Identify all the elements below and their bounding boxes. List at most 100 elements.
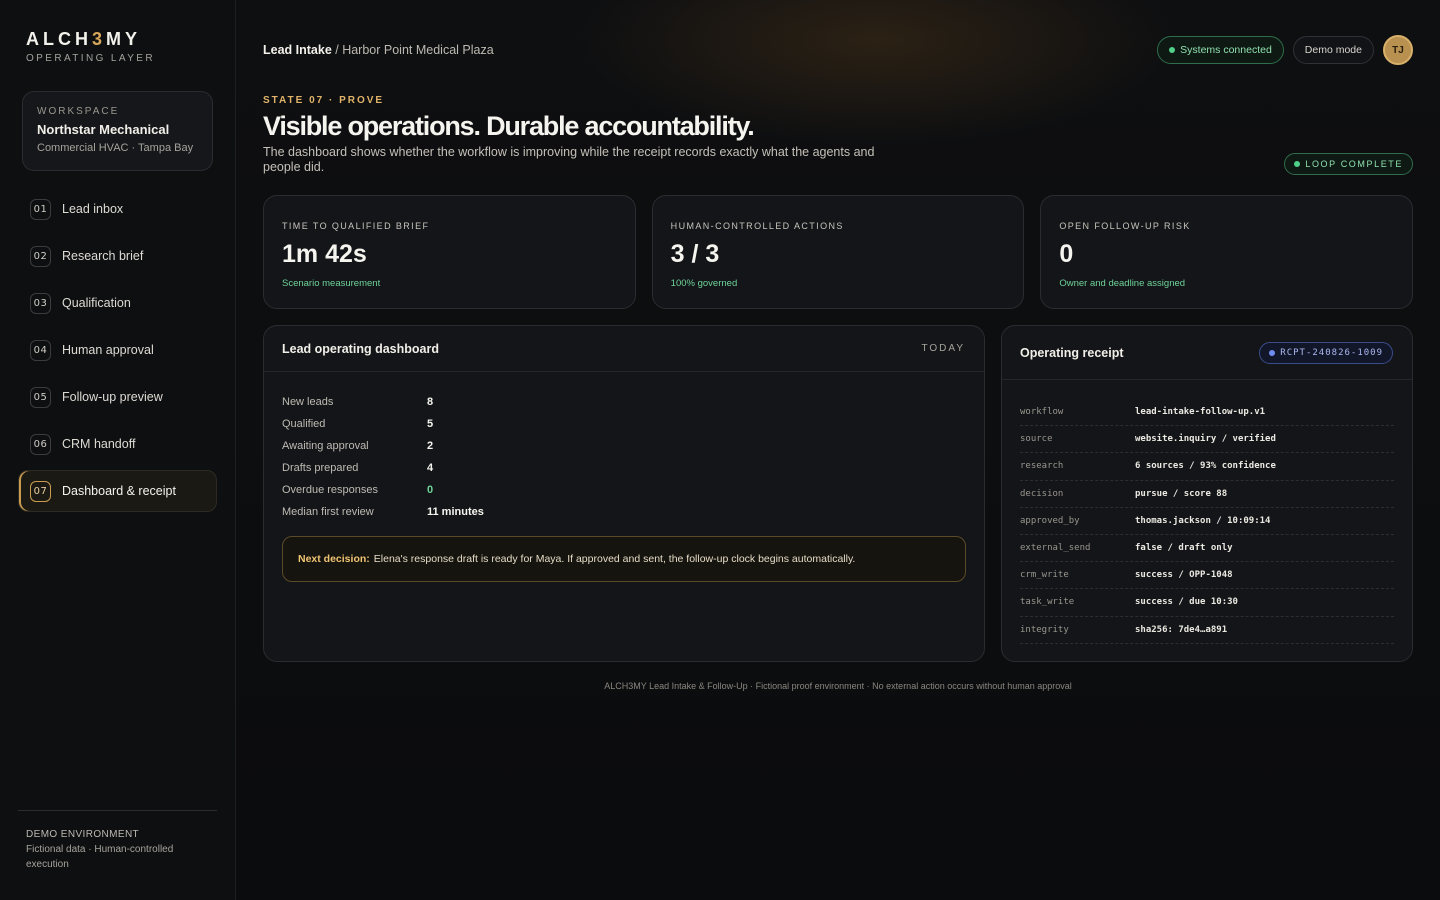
kpi-time-to-brief: TIME TO QUALIFIED BRIEF 1m 42s Scenario … [263, 195, 636, 309]
metric-key: Median first review [282, 506, 374, 518]
brand-name-prefix: ALCH [26, 29, 92, 49]
kpi-note: 100% governed [670, 278, 738, 289]
sidebar-item-lead-inbox[interactable]: 01 Lead inbox [18, 188, 217, 230]
panel-title: Operating receipt [1020, 345, 1124, 360]
sidebar-item-follow-up-preview[interactable]: 05 Follow-up preview [18, 376, 217, 418]
receipt-key: approved_by [1020, 515, 1080, 526]
kpi-label: OPEN FOLLOW-UP RISK [1059, 221, 1191, 231]
step-number: 07 [30, 480, 51, 502]
receipt-rows: workflow lead-intake-follow-up.v1 source w… [1002, 380, 1412, 644]
brand-name-suffix: MY [106, 29, 142, 49]
status-dot-icon [1169, 47, 1176, 53]
metric-row: Awaiting approval 2 [282, 435, 966, 457]
lead-dashboard-panel: Lead operating dashboard TODAY New leads… [263, 325, 985, 662]
kpi-value: 1m 42s [282, 240, 367, 268]
metric-row: Median first review 11 minutes [282, 501, 966, 523]
app-root: ALCH3MY OPERATING LAYER WORKSPACE Norths… [0, 0, 1440, 900]
metrics-list: New leads 8 Qualified 5 Awaiting approva… [264, 372, 984, 523]
avatar[interactable]: TJ [1383, 35, 1413, 65]
receipt-row: crm_write success / OPP-1048 [1020, 562, 1394, 590]
receipt-row: workflow lead-intake-follow-up.v1 [1020, 399, 1394, 427]
kpi-label: TIME TO QUALIFIED BRIEF [282, 221, 430, 231]
brand-logo[interactable]: ALCH3MY [26, 29, 217, 49]
page-subtitle: The dashboard shows whether the workflow… [263, 145, 875, 174]
kpi-label: HUMAN-CONTROLLED ACTIONS [670, 221, 844, 231]
kpi-note: Scenario measurement [282, 278, 381, 289]
metric-row: Overdue responses 0 [282, 479, 966, 501]
footer-note: ALCH3MY Lead Intake & Follow-Up · Fictio… [604, 681, 1072, 691]
receipt-value: lead-intake-follow-up.v1 [1135, 407, 1266, 418]
state-label: STATE 07 · PROVE [263, 95, 385, 106]
metric-value: 4 [427, 462, 434, 474]
brand-name-accent: 3 [92, 29, 107, 49]
sidebar-item-crm-handoff[interactable]: 06 CRM handoff [18, 423, 217, 465]
metric-value: 2 [427, 440, 434, 452]
receipt-key: source [1020, 434, 1053, 445]
main-content: Lead Intake / Harbor Point Medical Plaza… [236, 0, 1440, 900]
receipt-value: success / due 10:30 [1135, 597, 1238, 608]
receipt-key: research [1020, 461, 1064, 472]
next-decision-callout[interactable]: Next decision: Elena's response draft is… [282, 536, 966, 582]
metric-key: Qualified [282, 418, 326, 430]
receipt-id-badge[interactable]: RCPT-240826-1009 [1259, 341, 1393, 364]
receipt-value: success / OPP-1048 [1135, 570, 1233, 581]
receipt-row: source website.inquiry / verified [1020, 426, 1394, 454]
panel-header: Lead operating dashboard TODAY [264, 326, 984, 372]
workspace-label: WORKSPACE [37, 106, 120, 117]
metric-key: Overdue responses [282, 484, 378, 496]
period-tag[interactable]: TODAY [921, 343, 965, 354]
hero: STATE 07 · PROVE Visible operations. Dur… [263, 95, 1413, 175]
breadcrumb-separator: / [331, 43, 343, 57]
metric-value: 0 [427, 484, 434, 496]
receipt-key: workflow [1020, 407, 1064, 418]
kpi-human-controlled-actions: HUMAN-CONTROLLED ACTIONS 3 / 3 100% gove… [651, 195, 1025, 309]
metric-row: New leads 8 [282, 391, 966, 413]
sidebar-footer: DEMO ENVIRONMENT Fictional data · Human-… [18, 810, 217, 872]
workspace-name: Northstar Mechanical [37, 122, 170, 137]
receipt-value: false / draft only [1135, 543, 1233, 554]
metric-row: Qualified 5 [282, 413, 966, 435]
sidebar-nav: 01 Lead inbox 02 Research brief 03 Quali… [18, 188, 217, 512]
receipt-key: task_write [1020, 597, 1075, 608]
receipt-row: integrity sha256: 7de4…a891 [1020, 617, 1394, 644]
workspace-card[interactable]: WORKSPACE Northstar Mechanical Commercia… [22, 91, 213, 171]
sidebar-item-qualification[interactable]: 03 Qualification [18, 282, 217, 324]
page-title: Visible operations. Durable accountabili… [263, 111, 755, 141]
receipt-dot-icon [1269, 349, 1276, 356]
panels-row: Lead operating dashboard TODAY New leads… [263, 325, 1413, 662]
receipt-row: external_send false / draft only [1020, 535, 1394, 563]
sidebar-item-label: Research brief [62, 249, 144, 263]
breadcrumb-primary[interactable]: Lead Intake [263, 43, 332, 57]
receipt-row: task_write success / due 10:30 [1020, 589, 1394, 617]
sidebar: ALCH3MY OPERATING LAYER WORKSPACE Norths… [0, 0, 236, 900]
receipt-row: research 6 sources / 93% confidence [1020, 453, 1394, 481]
breadcrumb: Lead Intake / Harbor Point Medical Plaza [263, 43, 494, 57]
sidebar-item-human-approval[interactable]: 04 Human approval [18, 329, 217, 371]
decision-label: Next decision: [298, 553, 370, 565]
receipt-value: thomas.jackson / 10:09:14 [1135, 515, 1271, 526]
environment-description: Fictional data · Human-controlled execut… [26, 844, 174, 870]
metric-value: 5 [427, 418, 434, 430]
kpi-note: Owner and deadline assigned [1059, 278, 1186, 289]
step-number: 05 [30, 386, 51, 408]
metric-value: 8 [427, 396, 434, 408]
receipt-key: decision [1020, 488, 1064, 499]
receipt-value: 6 sources / 93% confidence [1135, 461, 1276, 472]
step-number: 06 [30, 433, 51, 455]
decision-text: Elena's response draft is ready for Maya… [373, 553, 856, 565]
sidebar-item-dashboard-receipt[interactable]: 07 Dashboard & receipt [18, 470, 217, 512]
brand: ALCH3MY OPERATING LAYER [18, 0, 217, 64]
receipt-key: integrity [1020, 624, 1069, 635]
loop-complete-badge: LOOP COMPLETE [1284, 153, 1413, 175]
environment-title: DEMO ENVIRONMENT [26, 829, 140, 840]
sidebar-item-research-brief[interactable]: 02 Research brief [18, 235, 217, 277]
systems-status-badge[interactable]: Systems connected [1157, 36, 1284, 64]
demo-mode-button[interactable]: Demo mode [1292, 36, 1374, 64]
top-actions: Systems connected Demo mode TJ [1157, 35, 1413, 65]
breadcrumb-secondary: Harbor Point Medical Plaza [342, 43, 494, 57]
receipt-row: decision pursue / score 88 [1020, 481, 1394, 508]
receipt-value: sha256: 7de4…a891 [1135, 624, 1228, 635]
kpi-value: 3 / 3 [670, 240, 720, 268]
sidebar-item-label: Dashboard & receipt [62, 484, 176, 498]
receipt-key: crm_write [1020, 570, 1069, 581]
